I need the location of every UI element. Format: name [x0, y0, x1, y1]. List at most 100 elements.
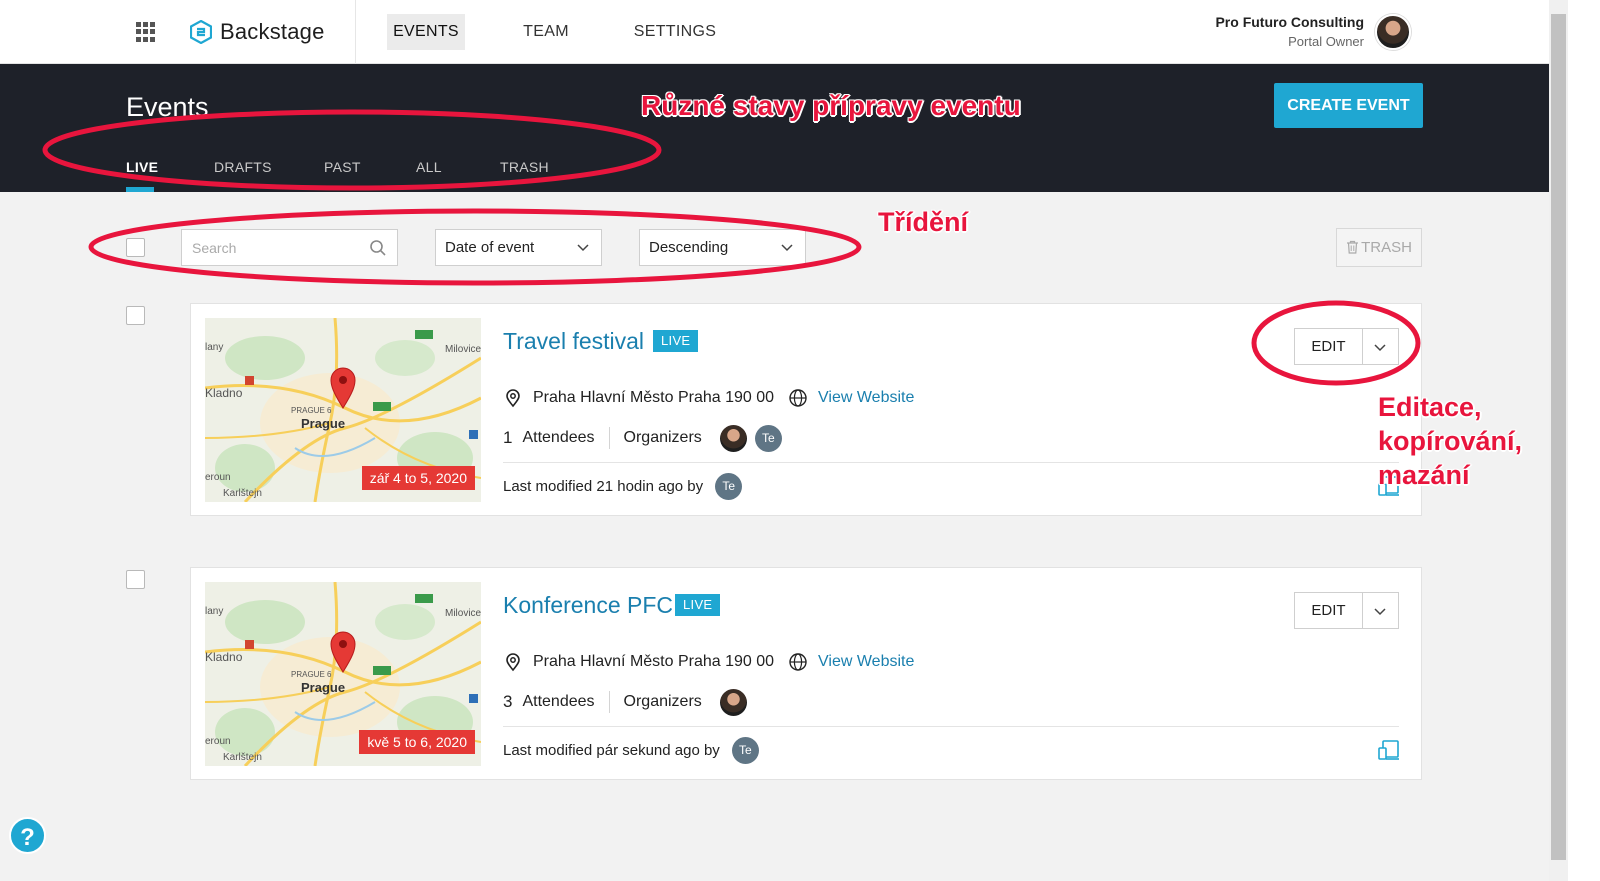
event-location-row: Praha Hlavní Město Praha 190 00 View Web…	[503, 387, 914, 409]
event-map-thumbnail[interactable]: lany Kladno Milovice eroun Karlštejn PRA…	[205, 582, 481, 766]
event-title[interactable]: Konference PFC	[503, 592, 673, 619]
globe-icon	[789, 389, 807, 407]
map-city: Prague	[301, 680, 346, 695]
tab-all[interactable]: ALL	[416, 159, 442, 175]
help-button[interactable]: ?	[9, 817, 46, 854]
attendees-label[interactable]: Attendees	[522, 693, 594, 711]
attendees-count: 3	[503, 692, 513, 711]
organizer-avatar[interactable]	[719, 424, 747, 452]
organizer-avatar[interactable]: Te	[754, 424, 782, 452]
tab-live[interactable]: LIVE	[126, 159, 158, 175]
user-avatar[interactable]	[1375, 14, 1411, 50]
location-pin-icon	[506, 389, 520, 408]
last-modified-row: Last modified pár sekund ago by Te	[503, 737, 759, 764]
event-title[interactable]: Travel festival	[503, 328, 644, 355]
event-map-thumbnail[interactable]: lany Kladno Milovice eroun Karlštejn PRA…	[205, 318, 481, 502]
tab-drafts[interactable]: DRAFTS	[214, 159, 272, 175]
page-title: Events	[126, 92, 209, 122]
nav-tab-team[interactable]: TEAM	[510, 14, 582, 50]
events-header: Events CREATE EVENT LIVE DRAFTS PAST ALL…	[0, 64, 1568, 192]
annotation-sort-note: Třídění	[878, 207, 969, 237]
organizers-label: Organizers	[623, 429, 702, 446]
card-divider	[503, 462, 1399, 463]
annotation-edit-line: kopírování,	[1378, 426, 1523, 456]
devices-icon[interactable]	[1378, 739, 1400, 761]
search-box	[181, 229, 398, 266]
backstage-logo[interactable]: Backstage	[190, 18, 325, 46]
user-name[interactable]: Pro Futuro Consulting	[1215, 14, 1364, 30]
attendees-count: 1	[503, 428, 513, 447]
organizers-label: Organizers	[623, 693, 702, 710]
globe-icon	[789, 653, 807, 671]
nav-tab-settings[interactable]: SETTINGS	[625, 14, 725, 50]
tab-trash[interactable]: TRASH	[500, 159, 549, 175]
chevron-down-icon	[1374, 608, 1386, 616]
map-label: Milovice	[445, 608, 481, 619]
sort-by-select[interactable]: Date of event	[435, 229, 602, 266]
annotation-edit-note: Editace, kopírování, mazání	[1378, 390, 1522, 492]
event-card: lany Kladno Milovice eroun Karlštejn PRA…	[190, 567, 1422, 780]
map-label: eroun	[205, 736, 231, 747]
map-label: Kladno	[205, 386, 243, 400]
map-district: PRAGUE 6	[291, 670, 332, 679]
map-label: eroun	[205, 472, 231, 483]
top-navigation-bar: Backstage EVENTS TEAM SETTINGS Pro Futur…	[0, 0, 1568, 64]
chevron-down-icon	[781, 244, 793, 252]
create-event-button[interactable]: CREATE EVENT	[1274, 83, 1423, 128]
edit-dropdown-button[interactable]	[1363, 329, 1398, 364]
chevron-down-icon	[1374, 344, 1386, 352]
view-website-link[interactable]: View Website	[818, 389, 914, 407]
page-edge	[1568, 0, 1600, 881]
attendees-label[interactable]: Attendees	[522, 429, 594, 447]
nav-divider	[355, 0, 356, 64]
event-location: Praha Hlavní Město Praha 190 00	[533, 389, 775, 406]
event-date-badge: zář 4 to 5, 2020	[361, 466, 475, 490]
annotation-edit-line: mazání	[1378, 460, 1470, 490]
modified-by-avatar[interactable]: Te	[731, 737, 759, 764]
map-label: lany	[205, 606, 224, 617]
modified-by-avatar[interactable]: Te	[715, 473, 743, 500]
map-label: Milovice	[445, 344, 481, 355]
select-all-checkbox[interactable]	[126, 238, 145, 257]
sort-by-value: Date of event	[445, 239, 535, 256]
nav-tab-events[interactable]: EVENTS	[387, 14, 465, 50]
event-checkbox[interactable]	[126, 570, 145, 589]
sort-order-value: Descending	[649, 239, 729, 256]
sort-order-select[interactable]: Descending	[639, 229, 806, 266]
trash-button[interactable]: TRASH	[1336, 228, 1422, 267]
location-pin-icon	[506, 653, 520, 672]
map-district: PRAGUE 6	[291, 406, 332, 415]
app-grid-icon[interactable]	[136, 22, 156, 42]
annotation-edit-line: Editace,	[1378, 392, 1482, 422]
search-icon[interactable]	[369, 239, 387, 257]
scrollbar-thumb[interactable]	[1551, 14, 1566, 860]
divider	[608, 427, 610, 449]
edit-dropdown-button[interactable]	[1363, 593, 1398, 628]
annotation-tabs-note: Různé stavy přípravy eventu	[641, 90, 1021, 121]
edit-button-group: EDIT	[1294, 592, 1399, 629]
edit-button[interactable]: EDIT	[1295, 329, 1363, 364]
map-label: lany	[205, 342, 224, 353]
chevron-down-icon	[577, 244, 589, 252]
edit-button[interactable]: EDIT	[1295, 593, 1363, 628]
view-website-link[interactable]: View Website	[818, 653, 914, 671]
last-modified-row: Last modified 21 hodin ago by Te	[503, 473, 743, 500]
event-people-row: 1 Attendees Organizers Te	[503, 424, 782, 452]
last-modified-text: Last modified 21 hodin ago by	[503, 478, 704, 495]
map-label: Kladno	[205, 650, 243, 664]
divider	[608, 691, 610, 713]
status-badge: LIVE	[653, 330, 699, 352]
search-input[interactable]	[182, 230, 362, 265]
event-date-badge: kvě 5 to 6, 2020	[359, 730, 475, 754]
organizer-avatar[interactable]	[719, 688, 747, 716]
map-city: Prague	[301, 416, 346, 431]
event-card: lany Kladno Milovice eroun Karlštejn PRA…	[190, 303, 1422, 516]
tab-past[interactable]: PAST	[324, 159, 361, 175]
event-checkbox[interactable]	[126, 306, 145, 325]
app-name: Backstage	[220, 19, 325, 44]
map-label: Karlštejn	[223, 488, 262, 499]
event-people-row: 3 Attendees Organizers	[503, 688, 747, 716]
backstage-logo-icon	[190, 20, 212, 44]
edit-button-group: EDIT	[1294, 328, 1399, 365]
status-badge: LIVE	[675, 594, 721, 616]
